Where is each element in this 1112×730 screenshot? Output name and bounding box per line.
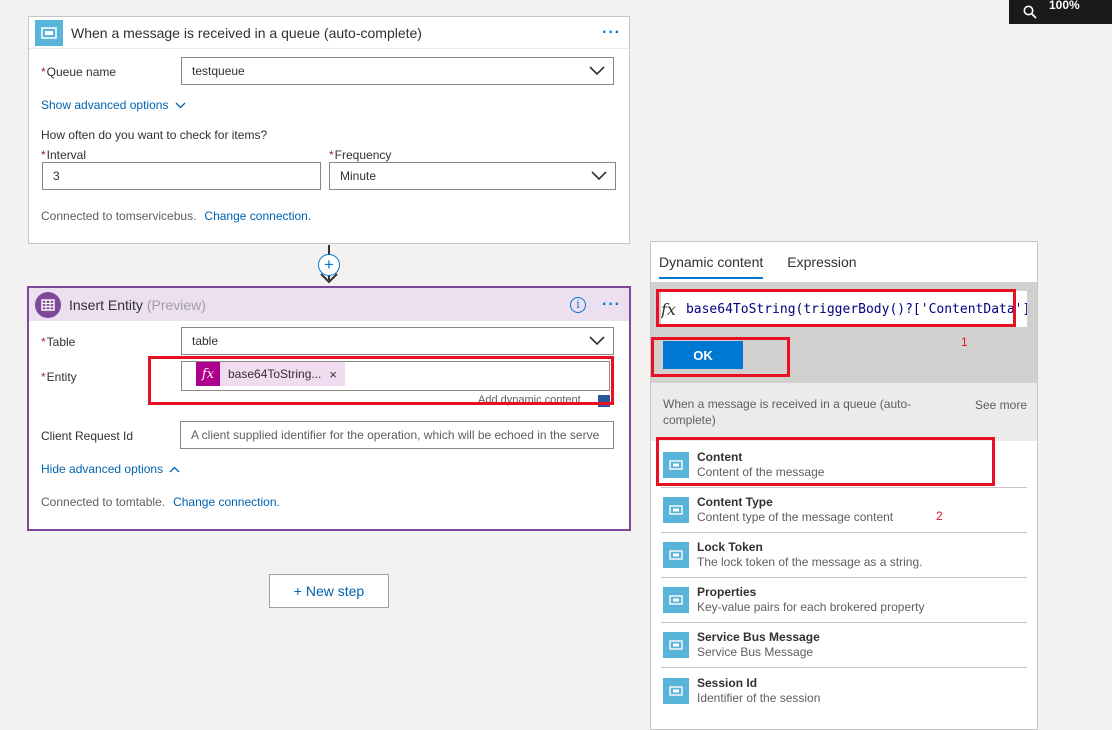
annotation-box-ok	[651, 337, 790, 377]
service-bus-icon	[663, 542, 689, 568]
frequency-question: How often do you want to check for items…	[41, 128, 268, 142]
insert-entity-title: Insert Entity (Preview)	[69, 296, 206, 313]
new-step-button[interactable]: + New step	[269, 574, 389, 608]
chevron-down-icon	[589, 336, 605, 346]
item-desc: The lock token of the message as a strin…	[697, 555, 923, 569]
zoom-icon	[1023, 5, 1037, 19]
chevron-down-icon	[591, 171, 607, 181]
insert-entity-header[interactable]: Insert Entity (Preview) i ···	[29, 288, 629, 321]
queue-name-label: *Queue name	[41, 65, 117, 79]
see-more-link[interactable]: See more	[975, 398, 1027, 412]
tab-expression[interactable]: Expression	[787, 254, 856, 279]
dynamic-section-header: When a message is received in a queue (a…	[651, 383, 1037, 441]
list-item[interactable]: Service Bus Message Service Bus Message	[661, 623, 1027, 668]
service-bus-icon	[663, 632, 689, 658]
client-request-label: Client Request Id	[41, 429, 134, 443]
chevron-down-icon	[175, 102, 186, 109]
frequency-select[interactable]: Minute	[329, 162, 616, 190]
service-bus-icon	[663, 497, 689, 523]
item-name: Service Bus Message	[697, 630, 820, 644]
item-desc: Identifier of the session	[697, 690, 821, 705]
insert-more-icon[interactable]: ···	[602, 296, 621, 314]
service-bus-icon	[35, 19, 63, 46]
show-advanced-link[interactable]: Show advanced options	[41, 98, 186, 112]
tab-dynamic-content[interactable]: Dynamic content	[659, 254, 764, 279]
insert-connection-info: Connected to tomtable. Change connection.	[41, 495, 280, 509]
hide-advanced-link[interactable]: Hide advanced options	[41, 462, 180, 476]
trigger-connection-info: Connected to tomservicebus. Change connec…	[41, 209, 312, 223]
chevron-up-icon	[169, 466, 180, 473]
trigger-title: When a message is received in a queue (a…	[71, 24, 422, 41]
item-name: Properties	[697, 585, 757, 599]
item-name: Content Type	[697, 495, 773, 509]
annotation-box-expression	[656, 289, 1016, 327]
annotation-box-content	[656, 437, 995, 486]
arrow-down-icon	[320, 273, 338, 284]
item-name: Lock Token	[697, 540, 763, 554]
item-desc: Service Bus Message	[697, 645, 814, 659]
list-item[interactable]: Session Id Identifier of the session	[661, 668, 1027, 713]
service-bus-icon	[663, 587, 689, 613]
zoom-value: 100%	[1049, 0, 1080, 12]
preview-tag: (Preview)	[146, 296, 206, 313]
zoom-indicator[interactable]: 100%	[1009, 0, 1112, 24]
annotation-box-entity	[148, 356, 614, 405]
list-item[interactable]: Content Type Content type of the message …	[661, 488, 1027, 533]
item-desc: Key-value pairs for each brokered proper…	[697, 600, 925, 614]
trigger-card-header[interactable]: When a message is received in a queue (a…	[29, 17, 629, 49]
table-select[interactable]: table	[181, 327, 614, 355]
item-name: Session Id	[697, 675, 758, 690]
interval-label: *Interval	[41, 148, 87, 162]
panel-tabs: Dynamic content Expression	[659, 254, 857, 279]
info-icon[interactable]: i	[570, 296, 587, 313]
list-item[interactable]: Lock Token The lock token of the message …	[661, 533, 1027, 578]
change-connection-link[interactable]: Change connection.	[204, 209, 311, 223]
frequency-label: *Frequency	[329, 148, 392, 162]
dynamic-section-title: When a message is received in a queue (a…	[663, 397, 912, 427]
queue-name-select[interactable]: testqueue	[181, 57, 614, 85]
client-request-input[interactable]: A client supplied identifier for the ope…	[180, 421, 614, 449]
annotation-label-2: 2	[936, 509, 943, 523]
service-bus-icon	[663, 677, 689, 704]
list-item[interactable]: Properties Key-value pairs for each broke…	[661, 578, 1027, 623]
interval-input[interactable]: 3	[42, 162, 321, 190]
change-connection-link[interactable]: Change connection.	[173, 495, 280, 509]
table-storage-icon	[35, 291, 61, 318]
trigger-more-icon[interactable]: ···	[602, 24, 621, 42]
table-label: *Table	[41, 335, 76, 349]
item-desc: Content type of the message content	[697, 510, 894, 524]
annotation-label-1: 1	[961, 335, 968, 349]
chevron-down-icon	[589, 66, 605, 76]
entity-label: *Entity	[41, 370, 77, 384]
